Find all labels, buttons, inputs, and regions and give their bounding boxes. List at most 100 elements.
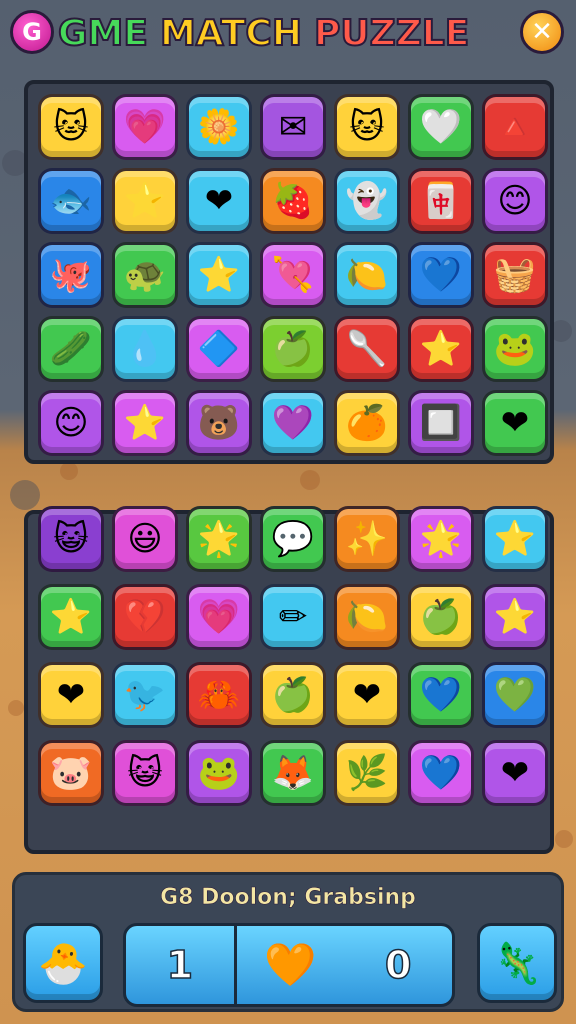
game-tile[interactable]: 👻 [334,168,400,234]
game-tile[interactable]: 🔺 [482,94,548,160]
game-tile[interactable]: ✉ [260,94,326,160]
tile-icon: 🍊 [345,403,389,443]
game-tile[interactable]: 😃 [112,506,178,572]
tile-icon: ⭐ [49,597,93,637]
game-tile[interactable]: 🌟 [186,506,252,572]
tile-icon: ❤ [500,403,530,443]
game-tile[interactable]: 😺 [112,740,178,806]
game-tile[interactable]: 🐱 [334,94,400,160]
game-tile[interactable]: 💙 [408,740,474,806]
game-tile[interactable]: ❤ [38,662,104,728]
tile-icon: 🔺 [493,107,537,147]
game-tile[interactable]: 💜 [260,390,326,456]
top-game-board: 🐱 💗 🌼 ✉ 🐱 🤍 🔺 🐟 ⭐ ❤ 🍓 👻 🀄 😊 🐙 🐢 ⭐ 💘 🍋 💙 🧺 🥒 💧 🔷 🍏 🥄 ⭐ 🐸 😊 ⭐ 🐻 💜 🍊 🔲 ❤ [24,80,554,464]
game-tile[interactable]: 🔲 [408,390,474,456]
game-tile[interactable]: 🍏 [260,662,326,728]
game-tile[interactable]: 😊 [38,390,104,456]
logo-icon[interactable]: G [10,10,54,54]
game-tile[interactable]: 🌿 [334,740,400,806]
game-tile[interactable]: ❤ [334,662,400,728]
score-right: 0 [384,942,412,988]
game-tile[interactable]: ⭐ [38,584,104,650]
bg-bubble [60,462,78,480]
game-tile[interactable]: ✨ [334,506,400,572]
game-tile[interactable]: 🤍 [408,94,474,160]
game-tile[interactable]: 💙 [408,662,474,728]
tile-icon: 🍏 [419,597,463,637]
game-tile[interactable]: ⭐ [112,390,178,456]
game-tile[interactable]: 💙 [408,242,474,308]
game-tile[interactable]: ⭐ [186,242,252,308]
tile-icon: ❤ [204,181,234,221]
game-tile[interactable]: 🐦 [112,662,178,728]
tile-icon: 💘 [271,255,315,295]
game-tile[interactable]: 🐙 [38,242,104,308]
bottom-panel: G8 Doolon; Grabsinp 🐣 1 🧡 0 🦎 [12,872,564,1012]
lizard-icon: 🦎 [492,940,542,987]
game-tile[interactable]: ❤ [482,390,548,456]
game-tile[interactable]: 🥒 [38,316,104,382]
tile-icon: 🌟 [419,519,463,559]
tile-icon: 🔲 [419,403,463,443]
tile-icon: 💙 [419,675,463,715]
game-tile[interactable]: 🀄 [408,168,474,234]
game-tile[interactable]: 🐸 [482,316,548,382]
game-title: GME MATCH PUZZLE [57,8,518,58]
game-tile[interactable]: 🥄 [334,316,400,382]
game-tile[interactable]: ⭐ [408,316,474,382]
game-tile[interactable]: ⭐ [482,584,548,650]
tile-icon: 🐸 [197,753,241,793]
tile-icon: ⭐ [197,255,241,295]
game-tile[interactable]: 💘 [260,242,326,308]
tile-icon: 💙 [419,753,463,793]
game-tile[interactable]: 😺 [38,506,104,572]
game-tile[interactable]: 🍏 [260,316,326,382]
title-word-2: MATCH [159,12,303,55]
game-tile[interactable]: ❤ [186,168,252,234]
tile-icon: 💬 [271,519,315,559]
game-tile[interactable]: 🐟 [38,168,104,234]
game-tile[interactable]: 🍋 [334,584,400,650]
game-tile[interactable]: 🐻 [186,390,252,456]
game-tile[interactable]: 🍏 [408,584,474,650]
tile-icon: 💜 [271,403,315,443]
tile-icon: 🦀 [197,675,241,715]
tile-icon: 😺 [127,753,163,793]
game-tile[interactable]: ⭐ [112,168,178,234]
close-icon[interactable]: ✕ [520,10,564,54]
game-tile[interactable]: 🐸 [186,740,252,806]
game-tile[interactable]: 🍊 [334,390,400,456]
game-tile[interactable]: ✏ [260,584,326,650]
right-character-button[interactable]: 🦎 [477,923,557,1003]
game-tile[interactable]: 💗 [112,94,178,160]
game-tile[interactable]: 🌼 [186,94,252,160]
game-tile[interactable]: 💧 [112,316,178,382]
game-tile[interactable]: 🦀 [186,662,252,728]
game-tile[interactable]: 🔷 [186,316,252,382]
title-word-1: GME [57,12,149,55]
score-panel: 1 🧡 0 [123,923,455,1007]
left-character-button[interactable]: 🐣 [23,923,103,1003]
game-tile[interactable]: 🐱 [38,94,104,160]
game-tile[interactable]: 🍋 [334,242,400,308]
game-tile[interactable]: 🐷 [38,740,104,806]
game-tile[interactable]: 💬 [260,506,326,572]
tile-icon: 💔 [123,597,167,637]
game-tile[interactable]: 💔 [112,584,178,650]
game-tile[interactable]: 🐢 [112,242,178,308]
bg-bubble [555,830,573,848]
game-tile[interactable]: 🧺 [482,242,548,308]
tile-icon: ✨ [345,519,389,559]
game-tile[interactable]: ❤ [482,740,548,806]
tile-icon: 🔷 [197,329,241,369]
game-tile[interactable]: 💚 [482,662,548,728]
game-tile[interactable]: 😊 [482,168,548,234]
game-tile[interactable]: ⭐ [482,506,548,572]
game-tile[interactable]: 🦊 [260,740,326,806]
game-tile[interactable]: 💗 [186,584,252,650]
bottom-game-board: 😺 😃 🌟 💬 ✨ 🌟 ⭐ ⭐ 💔 💗 ✏ 🍋 🍏 ⭐ ❤ 🐦 🦀 🍏 ❤ 💙 💚 🐷 😺 🐸 🦊 🌿 💙 ❤ [24,506,554,854]
game-tile[interactable]: 🍓 [260,168,326,234]
game-tile[interactable]: 🌟 [408,506,474,572]
bg-bubble [8,700,24,716]
top-bar: G GME MATCH PUZZLE ✕ [0,0,576,66]
